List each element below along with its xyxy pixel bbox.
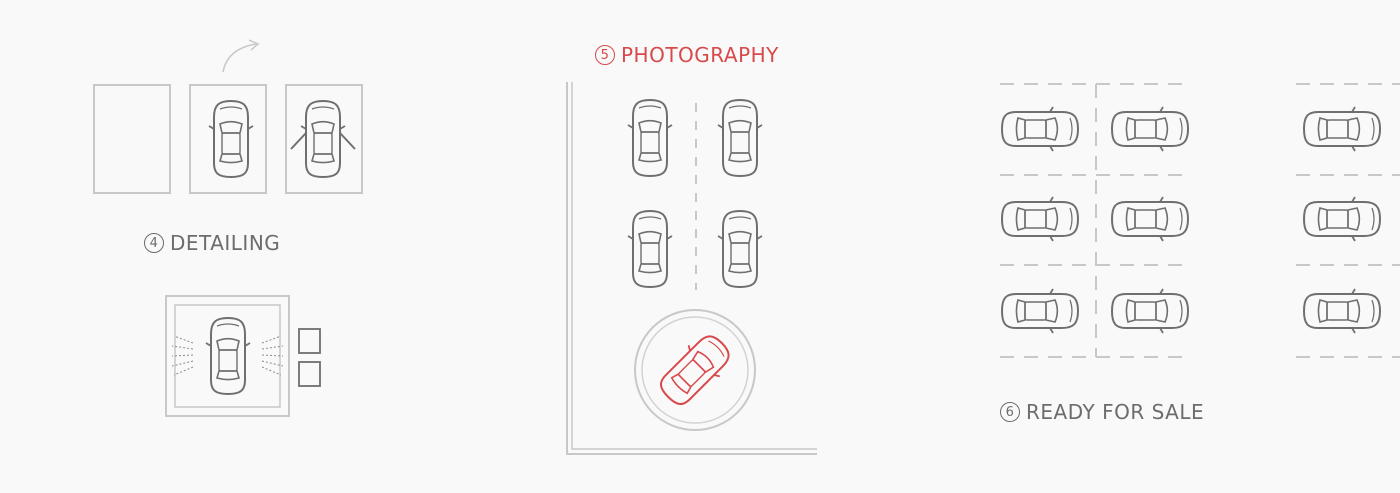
dealership-process-diagram: 4 DETAILING 5 PHOTOGRAPHY 6 READY FOR SA…: [0, 0, 1400, 489]
car-icon: [1002, 289, 1078, 333]
car-icon: [1304, 107, 1380, 151]
car-icon: [1304, 289, 1380, 333]
step-title: PHOTOGRAPHY: [621, 43, 779, 67]
equipment-box-icon: [298, 361, 321, 387]
curved-arrow-icon: [222, 43, 257, 73]
car-icon: [717, 99, 763, 177]
wash-bay-outer: [165, 295, 290, 417]
equipment-box-icon: [298, 328, 321, 354]
detailing-section: [93, 39, 363, 417]
parking-lot-lines: [1000, 83, 1400, 358]
empty-parking-bay: [93, 84, 171, 194]
car-icon: [627, 210, 673, 288]
turntable-outer: [634, 309, 756, 431]
car-icon: [717, 210, 763, 288]
car-icon: [1002, 197, 1078, 241]
ready-for-sale-section: [1000, 83, 1400, 358]
car-icon: [1112, 197, 1188, 241]
wash-bay-inner: [174, 304, 281, 408]
step-number-badge: 4: [144, 233, 164, 253]
featured-car-icon: [651, 326, 739, 414]
step-label-photography: 5 PHOTOGRAPHY: [595, 43, 779, 67]
step-number-badge: 6: [1000, 402, 1020, 422]
car-icon: [1002, 107, 1078, 151]
step-title: DETAILING: [170, 231, 281, 255]
step-title: READY FOR SALE: [1026, 400, 1205, 424]
car-icon: [1112, 107, 1188, 151]
car-icon: [1304, 197, 1380, 241]
car-open-doors-icon: [290, 100, 356, 178]
photography-section: [566, 82, 817, 455]
turntable-inner: [641, 316, 749, 424]
step-number-badge: 5: [595, 45, 615, 65]
car-icon: [208, 100, 254, 178]
step-label-ready-for-sale: 6 READY FOR SALE: [1000, 400, 1204, 424]
step-label-detailing: 4 DETAILING: [144, 231, 280, 255]
car-icon: [1112, 289, 1188, 333]
car-icon: [205, 317, 251, 395]
car-icon: [627, 99, 673, 177]
